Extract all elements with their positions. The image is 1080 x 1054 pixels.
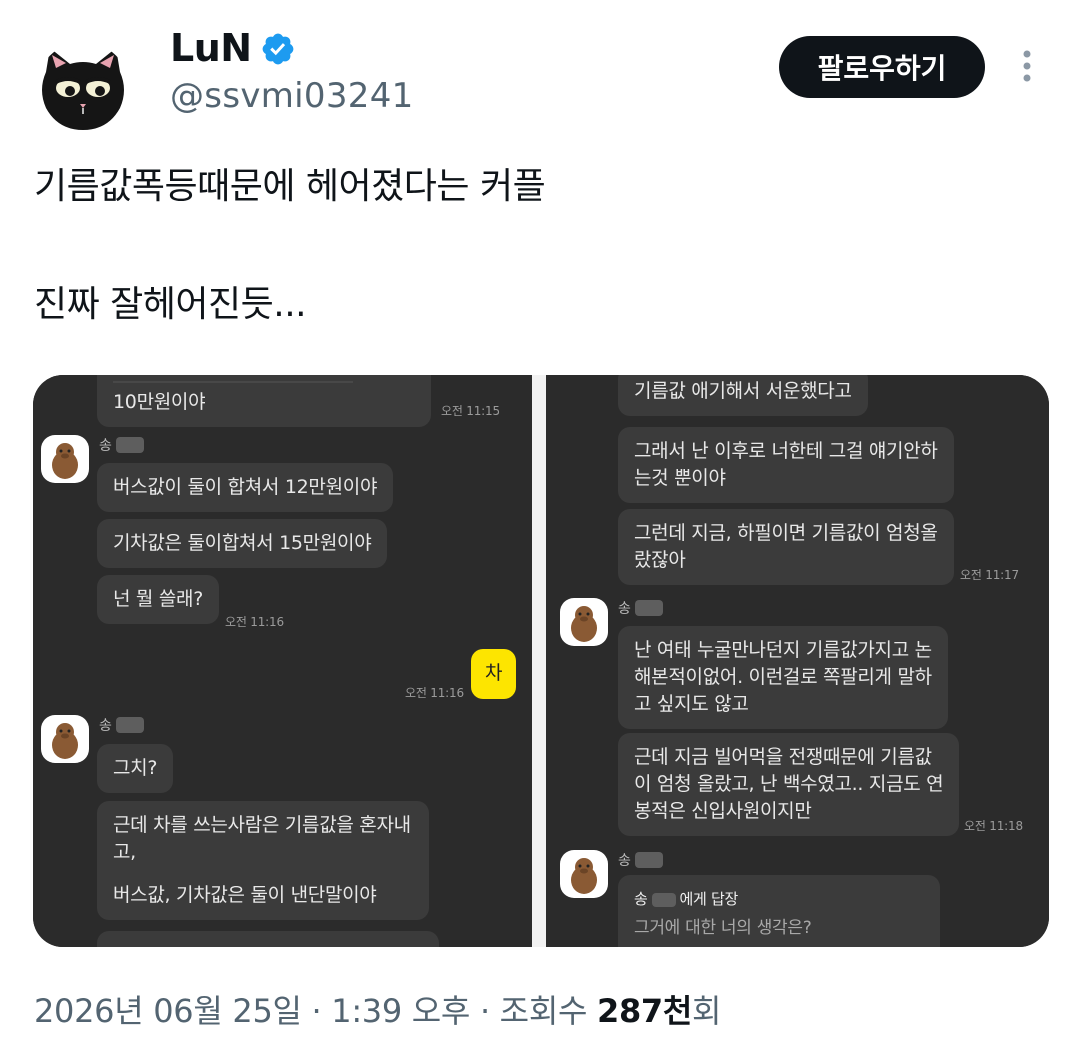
chat-timestamp: 오전 11:17 bbox=[960, 568, 1019, 582]
chat-bubble-mine: 차 bbox=[471, 649, 517, 699]
author-name[interactable]: LuN bbox=[170, 26, 252, 70]
chat-timestamp: 오전 11:18 bbox=[964, 819, 1023, 833]
chat-bubble-text: 근데 차를 쓰는사람은 기름값을 혼자내 bbox=[113, 814, 411, 836]
chat-bubble-text: 이 엄청 올랐고, 난 백수였고.. 지금도 연 bbox=[634, 773, 944, 795]
chat-bubble: 넌 뭘 쓸래? bbox=[97, 575, 219, 624]
chat-reply-bubble: 송 에게 답장 그거에 대한 너의 생각은? bbox=[618, 875, 940, 947]
chat-sender-name: 송 bbox=[99, 715, 144, 735]
tweet-text-line-1: 기름값폭등때문에 헤어졌다는 커플 bbox=[34, 166, 546, 207]
follow-button[interactable]: 팔로우하기 bbox=[779, 36, 985, 98]
chat-bubble-text: 근데 지금 빌어먹을 전쟁때문에 기름값 bbox=[634, 746, 932, 768]
panel-divider bbox=[532, 375, 546, 947]
chat-sender-name: 송 bbox=[618, 850, 663, 870]
blurred-name bbox=[115, 717, 144, 733]
chat-bubble-text: 고 싶지도 않고 bbox=[634, 693, 749, 715]
blurred-name bbox=[651, 892, 676, 907]
chat-bubble: 기름값 애기해서 서운했다고 bbox=[618, 375, 868, 416]
capybara-avatar-icon bbox=[571, 606, 597, 642]
chat-bubble-text: 난 여태 누굴만나던지 기름값가지고 논 bbox=[634, 639, 932, 661]
chat-screenshot-left: 10만원이야 오전 11:15 송 버스값이 둘이 합쳐서 12만원이야 기차값… bbox=[33, 375, 532, 947]
view-count: 287천 bbox=[596, 992, 693, 1030]
chat-bubble-text: 랐잖아 bbox=[634, 549, 686, 571]
capybara-avatar-icon bbox=[52, 723, 78, 759]
chat-bubble-text: 10만원이야 bbox=[113, 391, 206, 413]
capybara-avatar-icon bbox=[52, 443, 78, 479]
chat-timestamp: 오전 11:15 bbox=[441, 404, 500, 418]
tweet-media-image[interactable]: 10만원이야 오전 11:15 송 버스값이 둘이 합쳐서 12만원이야 기차값… bbox=[33, 375, 1049, 947]
verified-badge-icon bbox=[262, 33, 293, 65]
reply-quote-text: 그거에 대한 너의 생각은? bbox=[634, 918, 812, 938]
chat-bubble: 기차값은 둘이합쳐서 15만원이야 bbox=[97, 519, 388, 568]
chat-bubble: 그래서 난 이후로 너한테 그걸 얘기안하 는것 뿐이야 bbox=[618, 427, 954, 503]
chat-bubble: 그치? bbox=[97, 744, 174, 793]
author-name-row[interactable]: LuN bbox=[170, 26, 296, 70]
chat-sender-avatar bbox=[41, 715, 89, 763]
author-handle[interactable]: @ssvmi03241 bbox=[170, 76, 414, 116]
chat-timestamp: 오전 11:16 bbox=[225, 615, 284, 629]
chat-bubble-text: 봉적은 신입사원이지만 bbox=[634, 800, 812, 822]
chat-timestamp: 오전 11:16 bbox=[405, 686, 464, 700]
chat-sender-name: 송 bbox=[99, 435, 144, 455]
tweet-text-line-2: 진짜 잘헤어진듯... bbox=[34, 284, 307, 325]
blurred-name bbox=[634, 852, 663, 868]
chat-bubble-text: 버스값, 기차값은 둘이 낸단말이야 bbox=[113, 884, 377, 906]
chat-bubble: 10만원이야 bbox=[97, 375, 431, 427]
black-cat-avatar-icon bbox=[36, 42, 130, 136]
chat-bubble: 근데 지금 빌어먹을 전쟁때문에 기름값 이 엄청 올랐고, 난 백수였고.. … bbox=[618, 733, 960, 836]
chat-sender-avatar bbox=[41, 435, 89, 483]
chat-bubble-text: 는것 뿐이야 bbox=[634, 467, 726, 489]
chat-bubble-text: 그런데 지금, 하필이면 기름값이 엄청올 bbox=[634, 522, 938, 544]
chat-sender-name: 송 bbox=[618, 598, 663, 618]
chat-bubble: 난 여태 누굴만나던지 기름값가지고 논 해본적이없어. 이런걸로 쪽팔리게 말… bbox=[618, 626, 948, 729]
blurred-name bbox=[634, 600, 663, 616]
chat-sender-avatar bbox=[560, 850, 608, 898]
chat-bubble: 그런데 지금, 하필이면 기름값이 엄청올 랐잖아 bbox=[618, 509, 954, 585]
tweet-datetime[interactable]: 2026년 06월 25일 · 1:39 오후 · 조회수 bbox=[34, 992, 597, 1030]
chat-bubble-cut bbox=[97, 931, 439, 947]
chat-bubble-text: 고, bbox=[113, 841, 136, 863]
chat-screenshot-right: 기름값 애기해서 서운했다고 그래서 난 이후로 너한테 그걸 얘기안하 는것 … bbox=[546, 375, 1049, 947]
chat-bubble: 버스값이 둘이 합쳐서 12만원이야 bbox=[97, 463, 394, 512]
blurred-name bbox=[115, 437, 144, 453]
more-vertical-icon[interactable] bbox=[1014, 48, 1040, 88]
chat-bubble: 근데 차를 쓰는사람은 기름값을 혼자내 고, 버스값, 기차값은 둘이 낸단말… bbox=[97, 801, 429, 920]
view-count-suffix: 회 bbox=[692, 992, 722, 1030]
chat-sender-avatar bbox=[560, 598, 608, 646]
author-avatar[interactable] bbox=[36, 42, 130, 136]
capybara-avatar-icon bbox=[571, 858, 597, 894]
chat-bubble-text: 그래서 난 이후로 너한테 그걸 얘기안하 bbox=[634, 440, 938, 462]
reply-header: 송 에게 답장 bbox=[634, 890, 738, 908]
tweet-meta: 2026년 06월 25일 · 1:39 오후 · 조회수 287천회 bbox=[34, 986, 721, 1032]
chat-bubble-text: 해본적이없어. 이런걸로 쪽팔리게 말하 bbox=[634, 666, 932, 688]
